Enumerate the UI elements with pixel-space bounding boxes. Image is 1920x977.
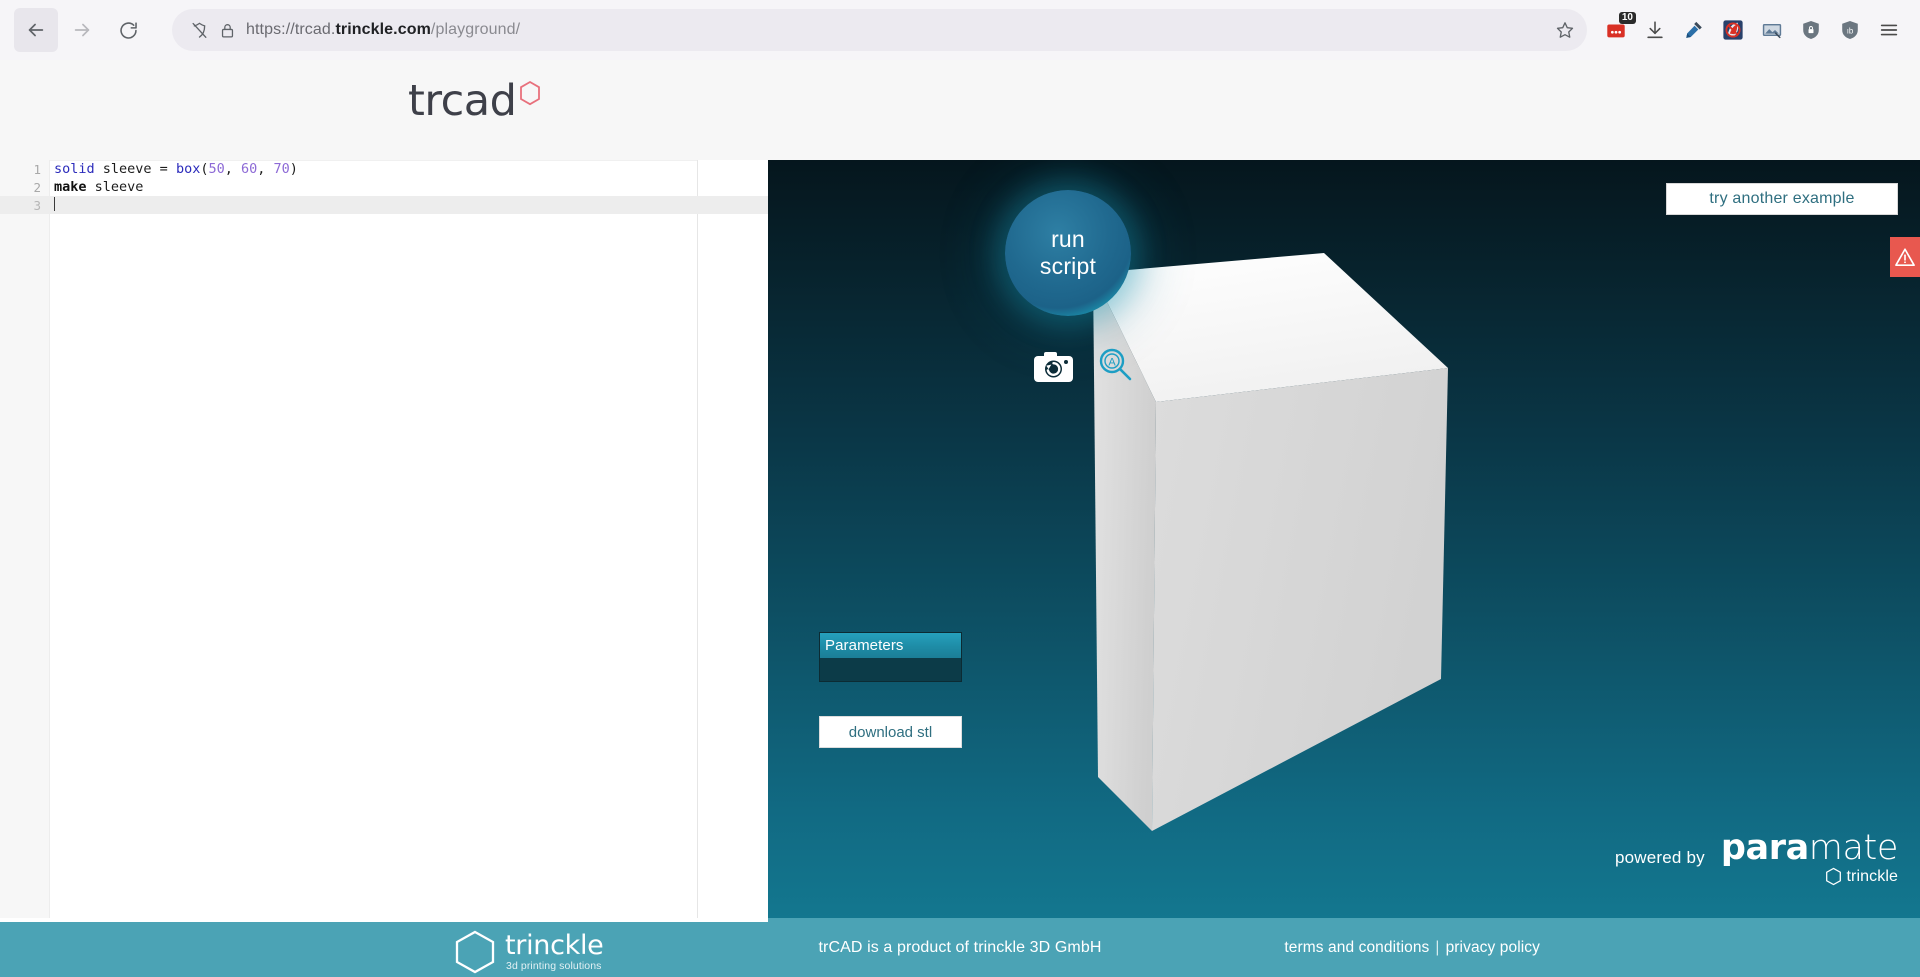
line-number: 1 — [0, 162, 50, 177]
forward-button[interactable] — [60, 8, 104, 52]
url-domain: trinckle.com — [335, 21, 430, 38]
code-line-1[interactable]: 1 solid sleeve = box(50, 60, 70) — [0, 160, 768, 178]
footer-legal-links: terms and conditions | privacy policy — [1284, 918, 1540, 977]
download-stl-label: download stl — [849, 724, 932, 741]
lastpass-shield-icon[interactable]: ıb — [1837, 17, 1863, 43]
extension-badge-count: 10 — [1619, 12, 1636, 24]
trcad-logo[interactable]: trcad — [408, 78, 542, 124]
3d-viewport[interactable]: run script A try anothe — [768, 160, 1920, 918]
privacy-shield-icon[interactable] — [1798, 17, 1824, 43]
address-bar[interactable]: https://trcad.trinckle.com/playground/ — [172, 9, 1587, 51]
warning-triangle-icon — [1894, 247, 1916, 267]
hexagon-icon — [518, 80, 542, 112]
svg-text:A: A — [1108, 356, 1116, 368]
code-text: solid sleeve = box(50, 60, 70) — [50, 161, 298, 177]
run-script-label-line1: run — [1051, 226, 1085, 253]
back-button[interactable] — [14, 8, 58, 52]
terms-and-conditions-link[interactable]: terms and conditions — [1284, 939, 1429, 957]
token-keyword-solid: solid — [54, 161, 95, 177]
svg-text:ıb: ıb — [1847, 26, 1854, 35]
site-header: trcad EDITOR | PLAYGROUND | DOCUMENTATIO… — [0, 60, 1920, 164]
editor-gutter — [0, 160, 50, 918]
token-keyword-make: make — [54, 179, 87, 195]
run-script-button[interactable]: run script — [1005, 190, 1131, 316]
reload-button[interactable] — [106, 8, 150, 52]
extensions-tray: 10 — [1603, 17, 1906, 43]
privacy-policy-link[interactable]: privacy policy — [1446, 939, 1540, 957]
warning-tab[interactable] — [1890, 237, 1920, 277]
paramate-logo: paramate trinckle — [1721, 830, 1898, 886]
paramate-thin-part: mate — [1809, 828, 1898, 868]
back-arrow-icon — [25, 19, 47, 41]
code-text — [50, 197, 55, 213]
token-number-1: 50 — [208, 161, 224, 177]
token-paren-close: ) — [290, 161, 298, 177]
site-footer: trinckle 3d printing solutions trCAD is … — [0, 918, 1920, 977]
parameters-panel-body — [820, 658, 961, 681]
bookmark-star-icon[interactable] — [1555, 20, 1575, 40]
trcad-wordmark: trcad — [408, 78, 516, 124]
parameters-panel[interactable]: Parameters — [819, 632, 962, 682]
download-stl-button[interactable]: download stl — [819, 716, 962, 748]
code-text: make sleeve — [50, 179, 143, 195]
paramate-trinckle-sub: trinckle — [1825, 867, 1898, 886]
token-equals: = — [160, 161, 176, 177]
tracking-protection-icon[interactable] — [190, 21, 209, 40]
token-function-box: box — [176, 161, 200, 177]
paramate-wordmark: paramate — [1721, 830, 1898, 866]
reload-icon — [118, 20, 139, 41]
token-number-2: 60 — [241, 161, 257, 177]
3d-model-box — [768, 160, 1920, 918]
zoom-auto-icon[interactable]: A — [1096, 346, 1134, 384]
token-number-3: 70 — [274, 161, 290, 177]
cookie-blocker-icon[interactable]: 10 — [1603, 17, 1629, 43]
parameters-title: Parameters — [825, 637, 904, 654]
parameters-panel-header[interactable]: Parameters — [820, 633, 961, 658]
try-another-example-button[interactable]: try another example — [1666, 183, 1898, 215]
paramate-bold-part: para — [1721, 828, 1809, 868]
paramate-sub-label: trinckle — [1847, 868, 1898, 886]
text-cursor — [54, 197, 55, 211]
token-identifier-sleeve: sleeve — [87, 179, 144, 195]
lock-icon[interactable] — [219, 22, 236, 39]
token-comma-2: , — [257, 161, 273, 177]
code-lines: 1 solid sleeve = box(50, 60, 70) 2 make … — [0, 160, 768, 214]
url-path: /playground/ — [431, 21, 520, 38]
footer-center-text: trCAD is a product of trinckle 3D GmbH — [0, 918, 1920, 977]
try-another-example-label: try another example — [1709, 190, 1854, 208]
screenshot-icon[interactable] — [1759, 17, 1785, 43]
code-editor[interactable]: 1 solid sleeve = box(50, 60, 70) 2 make … — [0, 160, 768, 918]
token-comma-1: , — [225, 161, 241, 177]
footer-link-separator: | — [1435, 939, 1439, 957]
trinckle-hexagon-icon — [1825, 867, 1842, 886]
browser-toolbar: https://trcad.trinckle.com/playground/ 1… — [0, 0, 1920, 60]
adblock-icon[interactable] — [1720, 17, 1746, 43]
powered-by-paramate: powered by paramate trinckle — [1615, 830, 1898, 886]
camera-reset-icon[interactable] — [1034, 351, 1073, 382]
workspace: 1 solid sleeve = box(50, 60, 70) 2 make … — [0, 160, 1920, 918]
url-protocol: https://trcad. — [246, 21, 335, 38]
code-line-3-active[interactable]: 3 — [0, 196, 768, 214]
powered-by-label: powered by — [1615, 848, 1705, 868]
eyedropper-icon[interactable] — [1681, 17, 1707, 43]
editor-right-pad — [698, 160, 768, 918]
line-number: 3 — [0, 198, 50, 213]
forward-arrow-icon — [71, 19, 93, 41]
download-icon[interactable] — [1642, 17, 1668, 43]
browser-menu-button[interactable] — [1876, 17, 1902, 43]
url-text[interactable]: https://trcad.trinckle.com/playground/ — [246, 21, 1545, 39]
code-line-2[interactable]: 2 make sleeve — [0, 178, 768, 196]
footer-product-statement: trCAD is a product of trinckle 3D GmbH — [819, 939, 1102, 957]
line-number: 2 — [0, 180, 50, 195]
token-identifier-sleeve: sleeve — [95, 161, 160, 177]
run-script-label-line2: script — [1040, 253, 1096, 280]
